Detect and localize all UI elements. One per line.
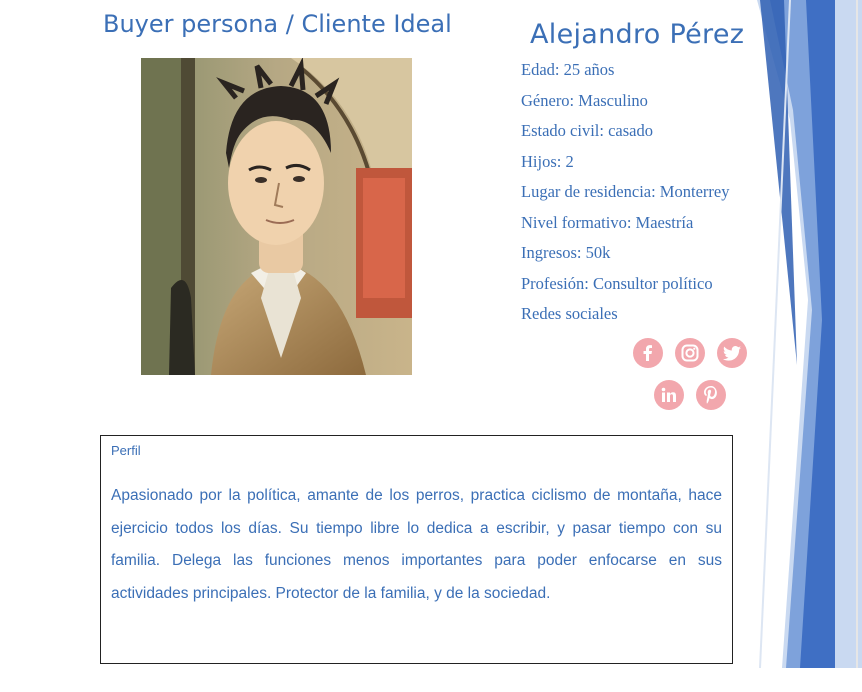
pinterest-icon[interactable] — [696, 380, 726, 410]
instagram-icon[interactable] — [675, 338, 705, 368]
facebook-icon[interactable] — [633, 338, 663, 368]
linkedin-icon[interactable] — [654, 380, 684, 410]
page-title: Buyer persona / Cliente Ideal — [103, 10, 452, 38]
profile-label: Perfil — [111, 443, 141, 458]
attr-age: Edad: 25 años — [521, 60, 615, 79]
profile-text: Apasionado por la política, amante de lo… — [111, 487, 722, 602]
attr-social-networks: Redes sociales — [521, 304, 618, 323]
profile-box: Perfil Apasionado por la política, amant… — [100, 435, 733, 664]
persona-portrait-image — [141, 58, 412, 375]
attr-education: Nivel formativo: Maestría — [521, 212, 694, 232]
persona-name: Alejandro Pérez — [530, 19, 745, 50]
persona-attributes: Edad: 25 años Género: Masculino Estado c… — [521, 58, 729, 333]
twitter-icon[interactable] — [717, 338, 747, 368]
attr-marital-status: Estado civil: casado — [521, 121, 653, 140]
attr-children: Hijos: 2 — [521, 151, 574, 171]
attr-gender: Género: Masculino — [521, 90, 648, 110]
attr-residence: Lugar de residencia: Monterrey — [521, 182, 730, 201]
attr-profession: Profesión: Consultor político — [521, 273, 713, 293]
attr-income: Ingresos: 50k — [521, 243, 611, 262]
